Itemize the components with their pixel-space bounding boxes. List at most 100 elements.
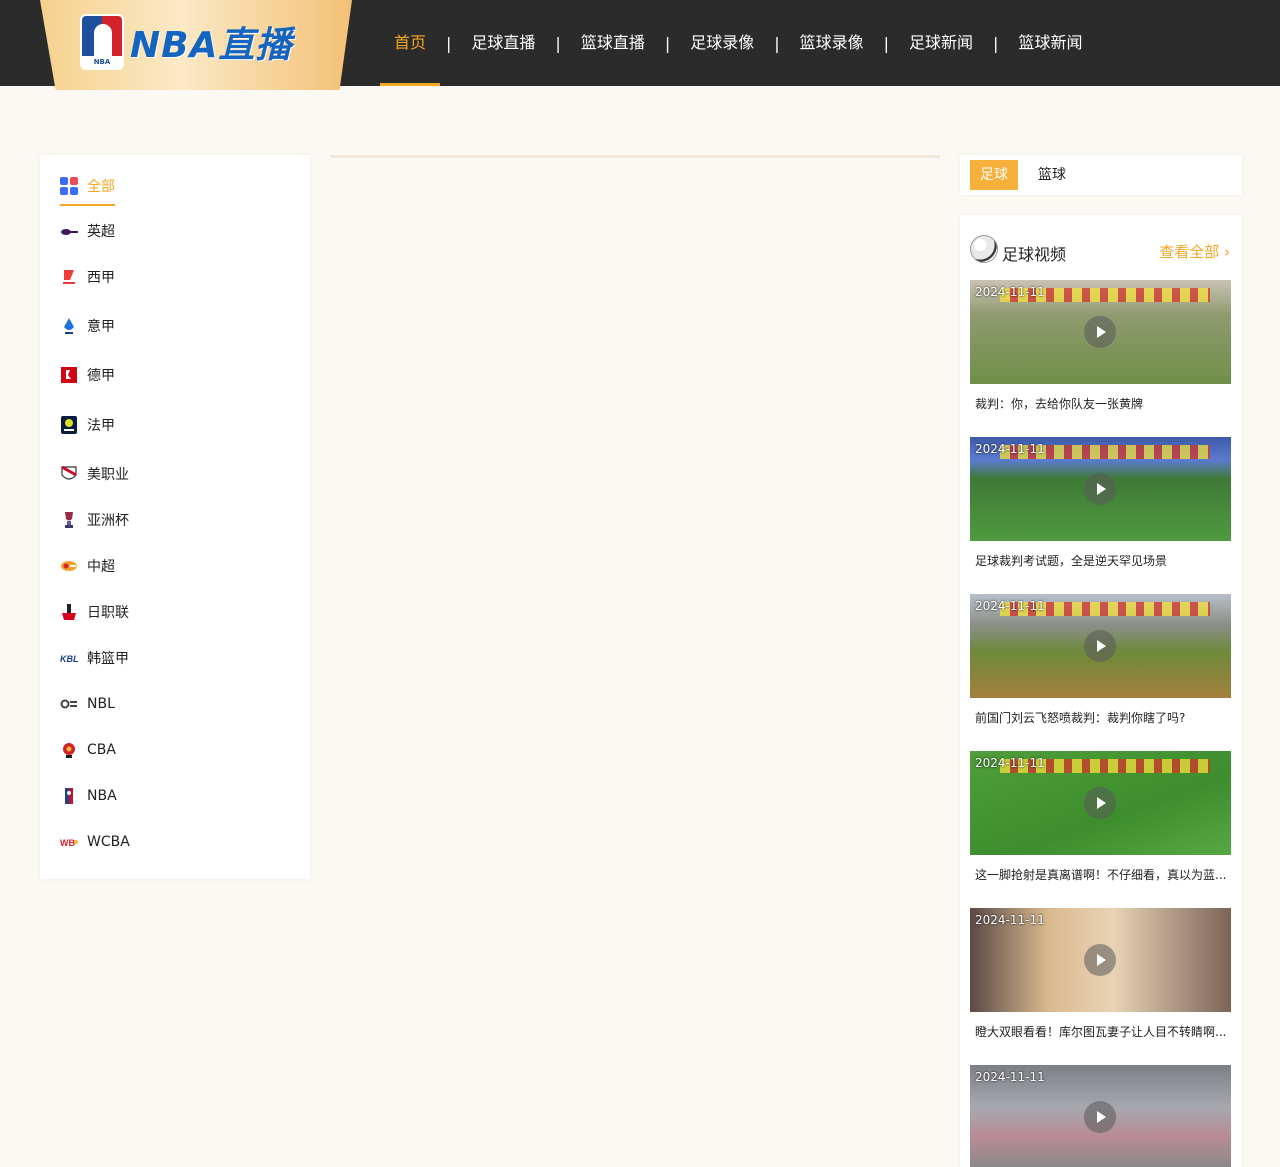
sidebar-item-bundesliga[interactable]: 德甲 — [60, 363, 115, 387]
video-date: 2024-11-11 — [975, 285, 1045, 299]
play-icon[interactable] — [1084, 630, 1116, 662]
play-icon[interactable] — [1084, 944, 1116, 976]
video-thumbnail[interactable]: 2024-11-11 — [970, 908, 1231, 1012]
nav-separator: | — [774, 33, 780, 53]
video-thumbnail[interactable]: 2024-11-11 — [970, 437, 1231, 541]
nav-separator: | — [993, 33, 999, 53]
logo-text: NBA直播 — [130, 25, 293, 66]
video-thumbnail[interactable]: 2024-11-11 — [970, 1065, 1231, 1167]
sidebar-item-laliga[interactable]: 西甲 — [60, 265, 115, 289]
video-title[interactable]: 前国门刘云飞怒喷裁判：裁判你瞎了吗? — [975, 709, 1227, 726]
sidebar-item-label: WCBA — [87, 834, 130, 850]
video-card[interactable]: 2024-11-11 前国门刘云飞怒喷裁判：裁判你瞎了吗? — [970, 594, 1231, 726]
sidebar-item-label: 法甲 — [87, 418, 115, 434]
sidebar-item-mls[interactable]: 美职业 — [60, 462, 129, 486]
nav-basketball-replay[interactable]: 篮球录像 — [786, 0, 878, 86]
svg-text:WB: WB — [60, 838, 75, 848]
sidebar-item-ligue-1[interactable]: 法甲 — [60, 413, 115, 437]
nav-separator: | — [664, 33, 671, 53]
sidebar-item-nba[interactable]: NBA — [60, 784, 117, 808]
nav-football-live[interactable]: 足球直播 — [457, 0, 549, 86]
sidebar-item-csl[interactable]: 中超 — [60, 554, 115, 578]
play-icon[interactable] — [1084, 787, 1116, 819]
main-nav: 首页 | 足球直播 | 篮球直播 | 足球录像 | 篮球录像 | 足球新闻 | … — [380, 0, 1096, 86]
bundesliga-icon — [60, 366, 78, 384]
tab-football[interactable]: 足球 — [970, 160, 1018, 190]
sidebar-item-label: NBL — [87, 696, 115, 712]
sidebar-item-label: 中超 — [87, 559, 115, 575]
play-icon[interactable] — [1084, 1101, 1116, 1133]
video-date: 2024-11-11 — [975, 599, 1045, 613]
nav-basketball-news[interactable]: 篮球新闻 — [1004, 0, 1096, 86]
nav-football-replay[interactable]: 足球录像 — [676, 0, 768, 86]
soccer-ball-icon — [970, 235, 998, 263]
svg-text:KBL: KBL — [60, 654, 78, 664]
wcba-icon: WB — [60, 833, 78, 851]
video-thumbnail[interactable]: 2024-11-11 — [970, 594, 1231, 698]
sidebar-item-nbl[interactable]: NBL — [60, 692, 115, 716]
sidebar-item-cba[interactable]: CBA — [60, 738, 116, 762]
video-date: 2024-11-11 — [975, 442, 1045, 456]
mls-icon — [60, 465, 78, 483]
play-icon[interactable] — [1084, 316, 1116, 348]
sidebar-item-label: 美职业 — [87, 467, 129, 483]
video-thumbnail[interactable]: 2024-11-11 — [970, 280, 1231, 384]
nav-separator: | — [555, 33, 561, 53]
sidebar-item-j-league[interactable]: 日职联 — [60, 600, 129, 624]
laliga-icon — [60, 268, 78, 286]
sidebar-item-wcba[interactable]: WB WCBA — [60, 830, 130, 854]
sidebar-item-all[interactable]: 全部 — [60, 174, 115, 206]
nav-basketball-live[interactable]: 篮球直播 — [567, 0, 659, 86]
grid-icon — [60, 177, 78, 195]
video-date: 2024-11-11 — [975, 1070, 1045, 1084]
sidebar-item-serie-a[interactable]: 意甲 — [60, 314, 115, 338]
video-title[interactable]: 足球裁判考试题，全是逆天罕见场景 — [975, 552, 1227, 569]
sidebar-item-label: 西甲 — [87, 270, 115, 286]
video-card[interactable]: 2024-11-11 — [970, 1065, 1231, 1167]
sidebar-item-premier-league[interactable]: 英超 — [60, 219, 115, 243]
nav-home[interactable]: 首页 — [380, 0, 441, 86]
cba-icon — [60, 741, 78, 759]
sidebar-item-label: 日职联 — [87, 605, 129, 621]
view-all-link[interactable]: 查看全部 › — [1159, 241, 1230, 262]
nba-logo-icon: NBA — [80, 14, 124, 70]
nav-separator: | — [446, 33, 452, 53]
sidebar-item-label: 德甲 — [87, 368, 115, 384]
sidebar-item-label: 全部 — [87, 179, 115, 195]
video-title[interactable]: 裁判：你，去给你队友一张黄牌 — [975, 395, 1227, 412]
football-videos-panel: 足球视频 查看全部 › 2024-11-11 裁判：你，去给你队友一张黄牌 20… — [960, 215, 1242, 1167]
sidebar-item-asian-cup[interactable]: 亚洲杯 — [60, 508, 129, 532]
sidebar-item-label: CBA — [87, 742, 116, 758]
play-icon[interactable] — [1084, 473, 1116, 505]
video-card[interactable]: 2024-11-11 裁判：你，去给你队友一张黄牌 — [970, 280, 1231, 412]
video-card[interactable]: 2024-11-11 这一脚抢射是真离谱啊！不仔细看，真以为蓝... — [970, 751, 1231, 883]
video-card[interactable]: 2024-11-11 瞪大双眼看看！库尔图瓦妻子让人目不转睛啊... — [970, 908, 1231, 1040]
sport-tabs: 足球 篮球 — [960, 155, 1242, 195]
video-date: 2024-11-11 — [975, 756, 1045, 770]
top-header: NBA NBA直播 首页 | 足球直播 | 篮球直播 | 足球录像 | 篮球录像… — [0, 0, 1280, 90]
video-card[interactable]: 2024-11-11 足球裁判考试题，全是逆天罕见场景 — [970, 437, 1231, 569]
sidebar-item-label: 亚洲杯 — [87, 513, 129, 529]
nav-separator: | — [883, 33, 890, 53]
site-logo[interactable]: NBA NBA直播 — [40, 0, 352, 90]
asian-cup-icon — [60, 511, 78, 529]
videos-title: 足球视频 — [1002, 245, 1067, 264]
tab-basketball[interactable]: 篮球 — [1028, 160, 1076, 190]
nav-football-news[interactable]: 足球新闻 — [895, 0, 987, 86]
serie-a-icon — [60, 317, 78, 335]
league-sidebar: 全部 英超 西甲 意甲 德甲 法甲 美职业 亚洲杯 中超 日职联 KBL 韩篮甲 — [40, 155, 310, 879]
sidebar-item-label: 英超 — [87, 224, 115, 240]
view-all-label: 查看全部 — [1159, 243, 1220, 261]
chevron-right-icon: › — [1224, 243, 1230, 261]
video-date: 2024-11-11 — [975, 913, 1045, 927]
csl-icon — [60, 557, 78, 575]
video-title[interactable]: 这一脚抢射是真离谱啊！不仔细看，真以为蓝... — [975, 866, 1227, 883]
video-thumbnail[interactable]: 2024-11-11 — [970, 751, 1231, 855]
ligue-1-icon — [60, 416, 78, 434]
premier-league-icon — [60, 222, 78, 240]
j-league-icon — [60, 603, 78, 621]
sidebar-item-kbl[interactable]: KBL 韩篮甲 — [60, 646, 129, 670]
center-content-divider — [330, 155, 940, 158]
video-title[interactable]: 瞪大双眼看看！库尔图瓦妻子让人目不转睛啊... — [975, 1023, 1227, 1040]
kbl-icon: KBL — [60, 649, 79, 667]
